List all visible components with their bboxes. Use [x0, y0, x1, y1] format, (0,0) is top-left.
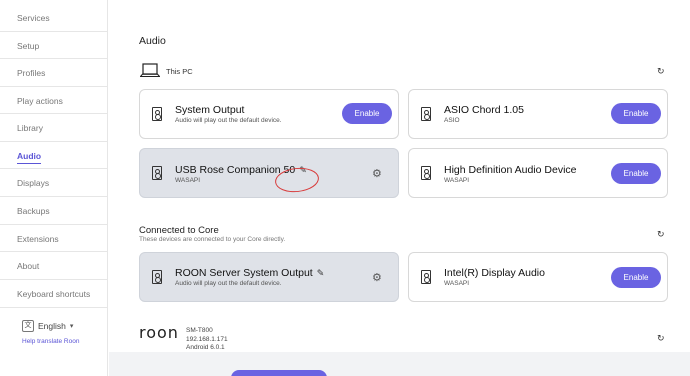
device-subtitle: ASIO — [444, 117, 460, 124]
divider — [0, 251, 107, 252]
this-pc-label: This PC — [166, 67, 193, 76]
device-name: Intel(R) Display Audio — [444, 267, 545, 279]
help-translate-link[interactable]: Help translate Roon — [22, 338, 79, 345]
device-name: ROON Server System Output — [175, 267, 313, 279]
device-subtitle: WASAPI — [175, 177, 201, 184]
device-ip: 192.168.1.171 — [186, 335, 228, 343]
device-card-high-definition-audio: High Definition Audio Device WASAPI Enab… — [408, 148, 668, 198]
sidebar: Services Setup Profiles Play actions Lib… — [0, 0, 108, 376]
device-name: High Definition Audio Device — [444, 164, 577, 176]
sidebar-item-about[interactable]: About — [17, 261, 39, 271]
device-card-roon-server[interactable]: ROON Server System Output ✎ Audio will pl… — [139, 252, 399, 302]
device-name-row: ROON Server System Output ✎ — [175, 267, 324, 279]
device-name: System Output — [175, 104, 245, 116]
sidebar-item-backups[interactable]: Backups — [17, 206, 50, 216]
connected-to-core-subtitle: These devices are connected to your Core… — [139, 236, 286, 243]
divider — [0, 168, 107, 169]
divider — [0, 224, 107, 225]
sidebar-item-keyboard-shortcuts[interactable]: Keyboard shortcuts — [17, 289, 90, 299]
pencil-icon[interactable]: ✎ — [317, 268, 325, 278]
sidebar-item-profiles[interactable]: Profiles — [17, 68, 45, 78]
refresh-icon[interactable]: ↻ — [657, 333, 665, 344]
device-subtitle: WASAPI — [444, 280, 470, 287]
bottom-action-button[interactable] — [231, 370, 327, 376]
refresh-icon[interactable]: ↻ — [657, 229, 665, 240]
device-model: SM-T800 — [186, 327, 213, 334]
divider — [0, 31, 107, 32]
divider — [0, 279, 107, 280]
main-content: Audio This PC ↻ System Output Audio will… — [109, 0, 690, 376]
device-card-usb-rose-companion[interactable]: USB Rose Companion 50 ✎ WASAPI ⚙ — [139, 148, 399, 198]
device-card-asio-chord: ASIO Chord 1.05 ASIO Enable — [408, 89, 668, 139]
connected-to-core-title: Connected to Core — [139, 225, 219, 236]
bottom-bar — [109, 352, 690, 376]
speaker-icon — [421, 107, 431, 121]
device-info: SM-T800 192.168.1.171 Android 6.0.1 — [186, 327, 228, 353]
language-label: English — [38, 321, 66, 331]
sidebar-item-extensions[interactable]: Extensions — [17, 234, 59, 244]
sidebar-item-audio[interactable]: Audio — [17, 151, 42, 164]
sidebar-item-displays[interactable]: Displays — [17, 178, 49, 188]
divider — [0, 196, 107, 197]
device-subtitle: Audio will play out the default device. — [175, 117, 282, 124]
language-selector[interactable]: 文 English ▾ — [22, 320, 73, 332]
page-title: Audio — [139, 35, 166, 47]
sidebar-item-play-actions[interactable]: Play actions — [17, 96, 63, 106]
divider — [0, 58, 107, 59]
divider — [0, 307, 107, 308]
translate-icon: 文 — [22, 320, 34, 332]
divider — [0, 86, 107, 87]
sidebar-item-setup[interactable]: Setup — [17, 41, 39, 51]
device-card-intel-display-audio: Intel(R) Display Audio WASAPI Enable — [408, 252, 668, 302]
divider — [0, 141, 107, 142]
device-name: ASIO Chord 1.05 — [444, 104, 524, 116]
enable-button[interactable]: Enable — [611, 267, 661, 288]
speaker-icon — [152, 107, 162, 121]
enable-button[interactable]: Enable — [611, 163, 661, 184]
laptop-icon — [140, 63, 160, 78]
gear-icon[interactable]: ⚙ — [372, 271, 382, 284]
speaker-icon — [421, 166, 431, 180]
speaker-icon — [421, 270, 431, 284]
enable-button[interactable]: Enable — [611, 103, 661, 124]
speaker-icon — [152, 270, 162, 284]
sidebar-item-library[interactable]: Library — [17, 123, 43, 133]
divider — [0, 113, 107, 114]
device-card-system-output: System Output Audio will play out the de… — [139, 89, 399, 139]
roon-logo: roon — [139, 323, 179, 342]
device-subtitle: WASAPI — [444, 177, 470, 184]
enable-button[interactable]: Enable — [342, 103, 392, 124]
refresh-icon[interactable]: ↻ — [657, 66, 665, 77]
chevron-down-icon: ▾ — [69, 323, 74, 330]
gear-icon[interactable]: ⚙ — [372, 167, 382, 180]
device-subtitle: Audio will play out the default device. — [175, 280, 282, 287]
speaker-icon — [152, 166, 162, 180]
sidebar-item-services[interactable]: Services — [17, 13, 50, 23]
